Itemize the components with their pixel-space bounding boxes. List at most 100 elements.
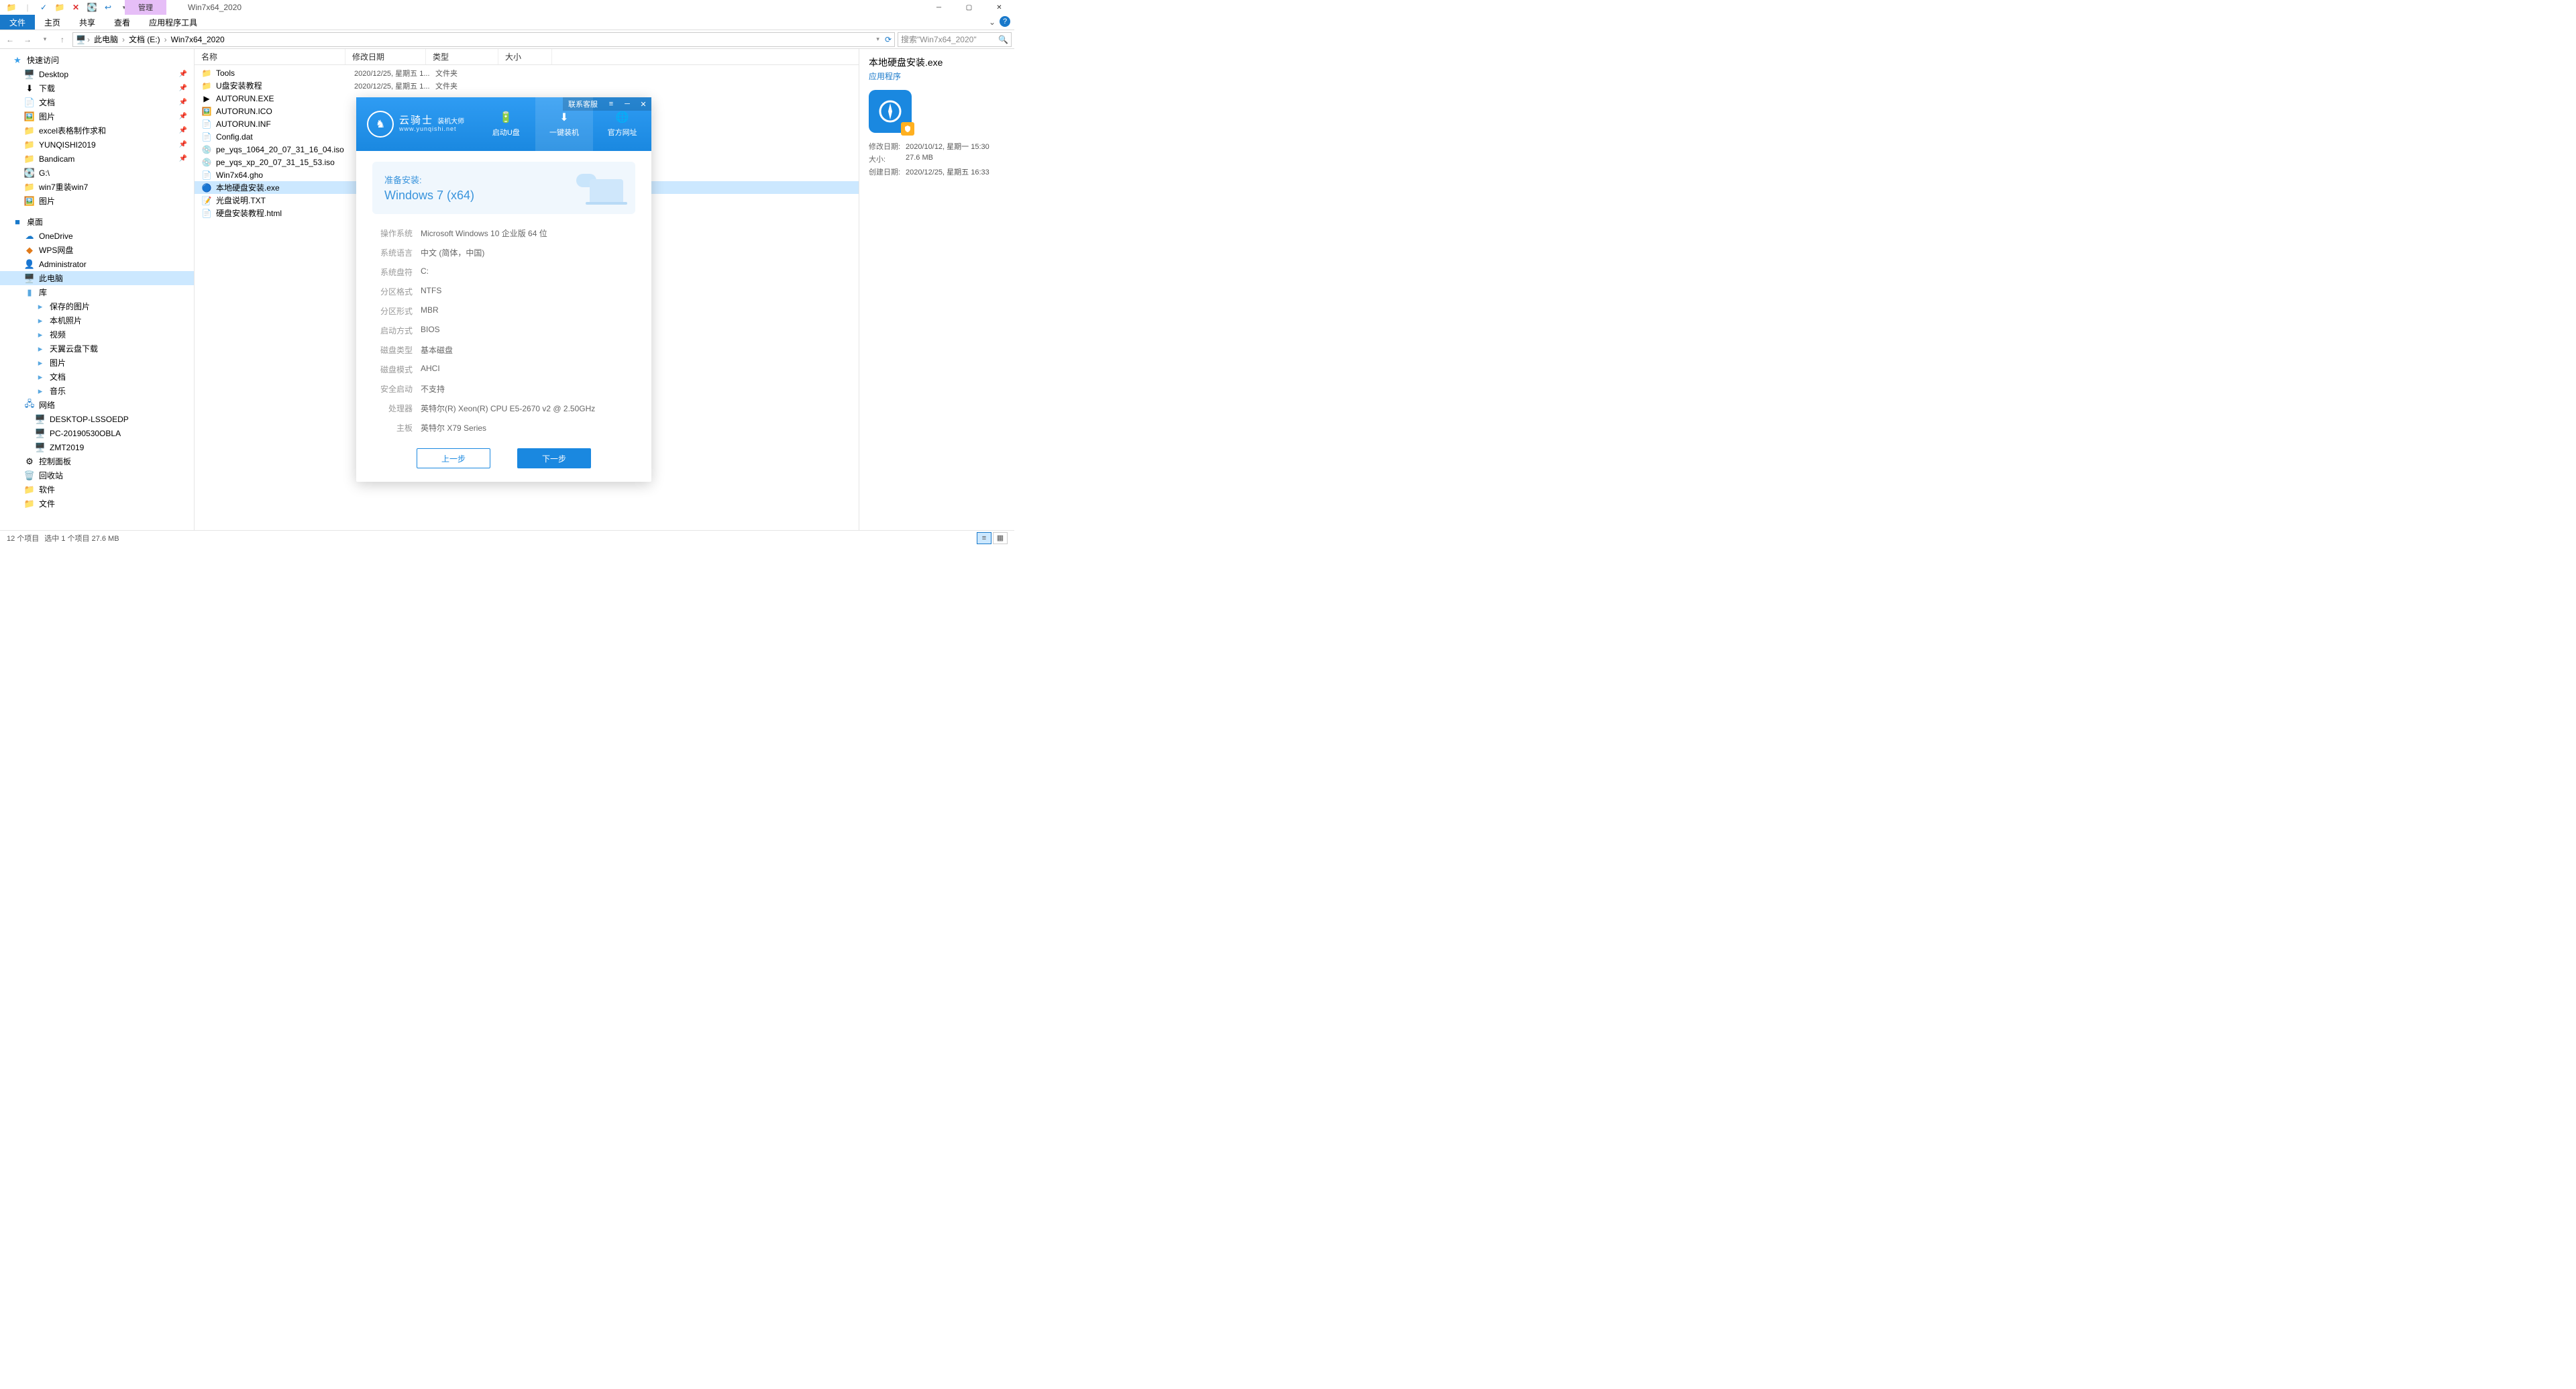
nav-onedrive[interactable]: ☁OneDrive: [0, 229, 194, 243]
undo-icon[interactable]: ↩: [101, 1, 115, 14]
globe-icon: 🌐: [616, 111, 629, 124]
col-type[interactable]: 类型: [426, 49, 498, 64]
nav-recent-dropdown[interactable]: ▾: [38, 32, 52, 47]
nav-lib-item[interactable]: ▸天翼云盘下载: [0, 342, 194, 356]
nav-libraries[interactable]: ▮库: [0, 285, 194, 299]
col-size[interactable]: 大小: [498, 49, 552, 64]
nav-network-item[interactable]: 🖥️DESKTOP-LSSOEDP: [0, 412, 194, 426]
nav-network-item[interactable]: 🖥️PC-20190530OBLA: [0, 426, 194, 440]
nav-lib-item[interactable]: ▸文档: [0, 370, 194, 384]
nav-quick-item[interactable]: 💽G:\: [0, 166, 194, 180]
computer-icon: 🖥️: [35, 414, 46, 425]
nav-lib-item[interactable]: ▸视频: [0, 327, 194, 342]
next-step-button[interactable]: 下一步: [517, 448, 591, 468]
nav-up-button[interactable]: ↑: [55, 32, 70, 47]
nav-label: 文档: [39, 97, 55, 108]
address-bar[interactable]: 🖥️ › 此电脑 › 文档 (E:) › Win7x64_2020 ▾ ⟳: [72, 32, 895, 47]
view-large-icon[interactable]: ▦: [993, 532, 1008, 544]
file-row[interactable]: 📁Tools2020/12/25, 星期五 1...文件夹: [195, 66, 859, 79]
nav-recycle-bin[interactable]: 🗑️回收站: [0, 468, 194, 482]
search-icon[interactable]: 🔍: [998, 35, 1008, 44]
dialog-menu-icon[interactable]: ≡: [603, 97, 619, 111]
nav-this-pc[interactable]: 🖥️此电脑: [0, 271, 194, 285]
desktop-icon: ■: [12, 217, 23, 227]
prev-step-button[interactable]: 上一步: [417, 448, 490, 468]
file-name: 本地硬盘安装.exe: [216, 182, 350, 193]
nav-quick-item[interactable]: 📄文档📌: [0, 95, 194, 109]
nav-lib-item[interactable]: ▸图片: [0, 356, 194, 370]
nav-quick-item[interactable]: 🖼️图片: [0, 194, 194, 208]
nav-lib-item[interactable]: ▸保存的图片: [0, 299, 194, 313]
addr-dropdown-icon[interactable]: ▾: [876, 36, 879, 43]
nav-network[interactable]: 🖧网络: [0, 398, 194, 412]
knight-icon: ♞: [367, 111, 394, 138]
address-bar-row: ← → ▾ ↑ 🖥️ › 此电脑 › 文档 (E:) › Win7x64_202…: [0, 30, 1014, 49]
nav-forward-button[interactable]: →: [20, 32, 35, 47]
tab-home[interactable]: 主页: [35, 15, 70, 30]
disk-icon[interactable]: 💽: [85, 1, 99, 14]
minimize-button[interactable]: ─: [924, 0, 954, 15]
ribbon-context-tab[interactable]: 管理: [125, 0, 166, 15]
dialog-contact-button[interactable]: 联系客服: [563, 99, 603, 109]
nav-quick-item[interactable]: 📁YUNQISHI2019📌: [0, 138, 194, 152]
check-icon[interactable]: ✓: [36, 1, 51, 14]
dialog-tab-usb[interactable]: 🔋启动U盘: [477, 97, 535, 151]
ribbon-collapse-icon[interactable]: ⌄: [989, 17, 996, 27]
nav-software[interactable]: 📁软件: [0, 482, 194, 497]
info-key: 处理器: [372, 403, 421, 414]
nav-desktop[interactable]: ■桌面: [0, 215, 194, 229]
tab-view[interactable]: 查看: [105, 15, 140, 30]
breadcrumb[interactable]: 此电脑: [91, 34, 121, 45]
tab-file[interactable]: 文件: [0, 15, 35, 30]
nav-quick-item[interactable]: 📁excel表格制作求和📌: [0, 123, 194, 138]
folder-icon[interactable]: 📁: [4, 1, 19, 14]
nav-quick-item[interactable]: 🖥️Desktop📌: [0, 67, 194, 81]
nav-lib-item[interactable]: ▸音乐: [0, 384, 194, 398]
dialog-close-button[interactable]: ✕: [635, 97, 651, 111]
nav-network-item[interactable]: 🖥️ZMT2019: [0, 440, 194, 454]
info-key: 安全启动: [372, 383, 421, 395]
search-box[interactable]: 搜索"Win7x64_2020" 🔍: [898, 32, 1012, 47]
nav-label: PC-20190530OBLA: [50, 429, 121, 438]
col-name[interactable]: 名称: [195, 49, 345, 64]
view-details-icon[interactable]: ≡: [977, 532, 991, 544]
nav-control-panel[interactable]: ⚙控制面板: [0, 454, 194, 468]
nav-quick-access[interactable]: ★快速访问: [0, 53, 194, 67]
nav-quick-item[interactable]: 📁win7重装win7: [0, 180, 194, 194]
nav-quick-item[interactable]: ⬇下载📌: [0, 81, 194, 95]
dialog-minimize-button[interactable]: ─: [619, 97, 635, 111]
breadcrumb[interactable]: Win7x64_2020: [168, 35, 227, 44]
nav-admin[interactable]: 👤Administrator: [0, 257, 194, 271]
star-icon: ★: [12, 55, 23, 66]
folder2-icon[interactable]: 📁: [52, 1, 67, 14]
file-icon: 📁: [201, 81, 212, 91]
file-icon: 📄: [201, 170, 212, 181]
help-icon[interactable]: ?: [1000, 16, 1010, 27]
tab-share[interactable]: 共享: [70, 15, 105, 30]
info-key: 系统盘符: [372, 266, 421, 278]
installer-dialog: 联系客服 ≡ ─ ✕ ♞ 云骑士 装机大师 www.yunqishi.net 🔋…: [356, 97, 651, 482]
library-icon: ▮: [24, 287, 35, 298]
maximize-button[interactable]: ▢: [954, 0, 984, 15]
nav-quick-item[interactable]: 📁Bandicam📌: [0, 152, 194, 166]
nav-lib-item[interactable]: ▸本机照片: [0, 313, 194, 327]
window-close-button[interactable]: ✕: [984, 0, 1014, 15]
nav-files[interactable]: 📁文件: [0, 497, 194, 511]
file-name: AUTORUN.ICO: [216, 107, 350, 116]
nav-wps[interactable]: ◆WPS网盘: [0, 243, 194, 257]
file-name: U盘安装教程: [216, 80, 350, 91]
breadcrumb[interactable]: 文档 (E:): [126, 34, 163, 45]
status-selected: 选中 1 个项目 27.6 MB: [44, 533, 119, 544]
nav-quick-item[interactable]: 🖼️图片📌: [0, 109, 194, 123]
nav-back-button[interactable]: ←: [3, 32, 17, 47]
pc-icon: 🖥️: [24, 273, 35, 284]
file-icon: 📝: [201, 195, 212, 206]
file-row[interactable]: 📁U盘安装教程2020/12/25, 星期五 1...文件夹: [195, 79, 859, 92]
info-value: 英特尔(R) Xeon(R) CPU E5-2670 v2 @ 2.50GHz: [421, 403, 635, 414]
refresh-icon[interactable]: ⟳: [885, 35, 892, 44]
search-placeholder: 搜索"Win7x64_2020": [901, 34, 977, 45]
col-date[interactable]: 修改日期: [345, 49, 426, 64]
meta-key: 大小:: [869, 154, 906, 164]
close-red-icon[interactable]: ✕: [68, 1, 83, 14]
tab-app-tools[interactable]: 应用程序工具: [140, 15, 207, 30]
